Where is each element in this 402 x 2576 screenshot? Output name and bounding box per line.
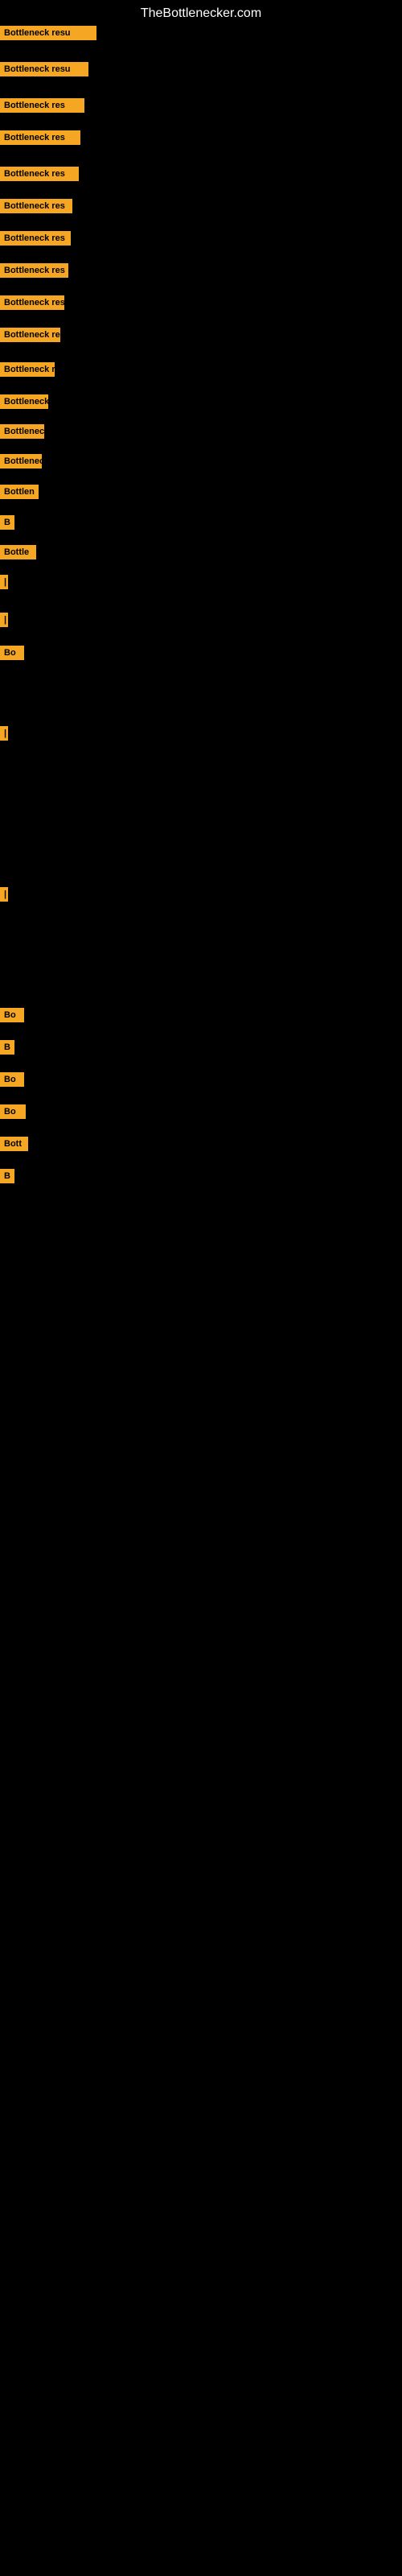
bar-item: Bottleneck r <box>0 393 48 411</box>
bar-item: Bottleneck res <box>0 262 68 279</box>
bar-item: Bottleneck resu <box>0 24 96 42</box>
bar-item: Bo <box>0 1103 26 1121</box>
bar-item: B <box>0 1167 14 1185</box>
bar-label: B <box>0 1040 14 1055</box>
bar-label: | <box>0 613 8 627</box>
site-title: TheBottlenecker.com <box>0 0 402 27</box>
bar-item: B <box>0 1038 14 1056</box>
bar-label: Bottleneck resu <box>0 62 88 76</box>
bar-item: Bottleneck res <box>0 165 79 183</box>
bar-label: Bottleneck res <box>0 295 64 310</box>
bar-item: Bottleneck res <box>0 294 64 312</box>
bar-label: Bottleneck r <box>0 454 42 469</box>
bar-label: Bottleneck re <box>0 362 55 377</box>
bar-item: | <box>0 611 6 629</box>
bar-label: Bottleneck r <box>0 424 44 439</box>
bar-label: Bottleneck res <box>0 328 60 342</box>
bar-label: Bo <box>0 1072 24 1087</box>
bar-item: Bott <box>0 1135 28 1153</box>
bar-label: | <box>0 575 8 589</box>
bar-item: Bo <box>0 644 24 662</box>
bar-label: Bottleneck res <box>0 199 72 213</box>
bar-item: Bottle <box>0 543 36 561</box>
bar-item: Bottleneck res <box>0 229 71 247</box>
bar-label: Bottleneck res <box>0 263 68 278</box>
bar-item: Bottleneck re <box>0 361 55 378</box>
bar-item: | <box>0 573 6 591</box>
bar-label: Bo <box>0 1104 26 1119</box>
bar-item: Bo <box>0 1006 24 1024</box>
bar-item: Bottleneck res <box>0 97 84 114</box>
bar-label: Bottleneck res <box>0 231 71 246</box>
bar-label: Bott <box>0 1137 28 1151</box>
bar-item: Bottlen <box>0 483 39 501</box>
bar-item: Bottleneck res <box>0 326 60 344</box>
bar-label: Bottle <box>0 545 36 559</box>
bar-item: B <box>0 514 14 531</box>
bar-item: Bottleneck res <box>0 129 80 147</box>
bar-label: Bottleneck r <box>0 394 48 409</box>
bar-label: | <box>0 887 8 902</box>
bar-label: Bo <box>0 1008 24 1022</box>
bar-label: Bo <box>0 646 24 660</box>
bar-label: Bottlen <box>0 485 39 499</box>
bar-label: Bottleneck res <box>0 98 84 113</box>
bar-item: Bottleneck resu <box>0 60 88 78</box>
bar-item: Bottleneck r <box>0 423 44 440</box>
bar-label: Bottleneck resu <box>0 26 96 40</box>
bar-label: B <box>0 515 14 530</box>
bar-label: Bottleneck res <box>0 167 79 181</box>
bar-label: B <box>0 1169 14 1183</box>
bar-item: | <box>0 886 6 903</box>
bar-label: | <box>0 726 8 741</box>
bar-item: Bottleneck r <box>0 452 42 470</box>
bar-item: Bo <box>0 1071 24 1088</box>
bar-item: Bottleneck res <box>0 197 72 215</box>
bar-label: Bottleneck res <box>0 130 80 145</box>
bar-item: | <box>0 724 6 742</box>
